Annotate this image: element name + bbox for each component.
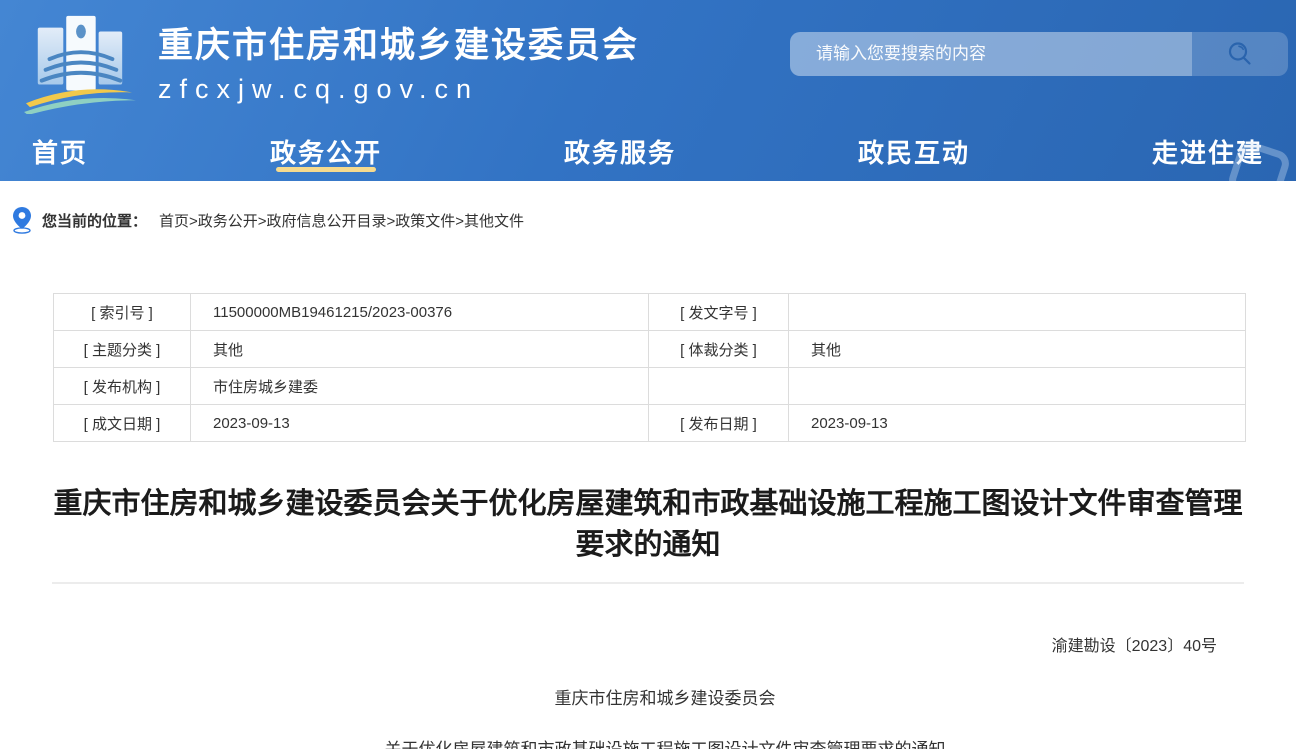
meta-value-topic-category: 其他 (191, 331, 649, 368)
nav-item-interaction[interactable]: 政民互动 (858, 122, 970, 181)
main-nav: 首页 政务公开 政务服务 政民互动 走进住建 (0, 122, 1296, 181)
nav-item-government-affairs[interactable]: 政务公开 (270, 122, 382, 181)
site-title: 重庆市住房和城乡建设委员会 (158, 17, 639, 68)
site-identity: 重庆市住房和城乡建设委员会 zfcxjw.cq.gov.cn (158, 17, 639, 105)
table-row: [ 成文日期 ] 2023-09-13 [ 发布日期 ] 2023-09-13 (54, 405, 1246, 442)
site-logo-icon[interactable] (20, 8, 138, 114)
meta-label-publish-date: [ 发布日期 ] (649, 405, 789, 442)
nav-item-services[interactable]: 政务服务 (564, 122, 676, 181)
document-meta-table: [ 索引号 ] 11500000MB19461215/2023-00376 [ … (53, 293, 1246, 442)
meta-value-written-date: 2023-09-13 (191, 405, 649, 442)
top-banner: 重庆市住房和城乡建设委员会 zfcxjw.cq.gov.cn 首页 政务公开 政… (0, 0, 1296, 181)
location-pin-icon (12, 206, 32, 234)
breadcrumb-label: 您当前的位置： (42, 210, 147, 231)
nav-item-label: 政民互动 (858, 133, 970, 170)
meta-value-empty (789, 368, 1246, 405)
meta-value-index-no: 11500000MB19461215/2023-00376 (191, 294, 649, 331)
meta-label-topic-category: [ 主题分类 ] (54, 331, 191, 368)
document-number: 渝建勘设〔2023〕40号 (85, 632, 1245, 656)
breadcrumb: 您当前的位置： 首页>政务公开>政府信息公开目录>政策文件>其他文件 (12, 205, 1296, 235)
article-body: 渝建勘设〔2023〕40号 重庆市住房和城乡建设委员会 关于优化房屋建筑和市政基… (85, 632, 1245, 749)
nav-item-label: 首页 (32, 133, 88, 170)
article-issuer-line: 重庆市住房和城乡建设委员会 (85, 684, 1245, 709)
site-header: 重庆市住房和城乡建设委员会 zfcxjw.cq.gov.cn (0, 0, 1296, 122)
emblem-watermark-icon (1224, 137, 1294, 181)
search-bar (790, 32, 1288, 76)
nav-item-label: 政务公开 (270, 133, 382, 170)
title-divider (52, 582, 1244, 584)
nav-item-home[interactable]: 首页 (32, 122, 88, 181)
breadcrumb-path[interactable]: 首页>政务公开>政府信息公开目录>政策文件>其他文件 (159, 210, 524, 231)
meta-label-empty (649, 368, 789, 405)
search-input[interactable] (790, 32, 1192, 76)
table-row: [ 索引号 ] 11500000MB19461215/2023-00376 [ … (54, 294, 1246, 331)
meta-value-doc-symbol (789, 294, 1246, 331)
table-row: [ 发布机构 ] 市住房城乡建委 (54, 368, 1246, 405)
meta-value-issuing-agency: 市住房城乡建委 (191, 368, 649, 405)
meta-value-genre-category: 其他 (789, 331, 1246, 368)
meta-value-publish-date: 2023-09-13 (789, 405, 1246, 442)
site-url: zfcxjw.cq.gov.cn (158, 74, 639, 105)
meta-label-doc-symbol: [ 发文字号 ] (649, 294, 789, 331)
meta-label-issuing-agency: [ 发布机构 ] (54, 368, 191, 405)
meta-label-genre-category: [ 体裁分类 ] (649, 331, 789, 368)
nav-item-label: 政务服务 (564, 133, 676, 170)
meta-label-index-no: [ 索引号 ] (54, 294, 191, 331)
search-icon (1226, 40, 1254, 68)
search-button[interactable] (1192, 32, 1288, 76)
active-tab-underline (276, 167, 376, 172)
meta-label-written-date: [ 成文日期 ] (54, 405, 191, 442)
article-subject-line: 关于优化房屋建筑和市政基础设施工程施工图设计文件审查管理要求的通知 (85, 735, 1245, 749)
table-row: [ 主题分类 ] 其他 [ 体裁分类 ] 其他 (54, 331, 1246, 368)
page-title: 重庆市住房和城乡建设委员会关于优化房屋建筑和市政基础设施工程施工图设计文件审查管… (52, 484, 1244, 566)
